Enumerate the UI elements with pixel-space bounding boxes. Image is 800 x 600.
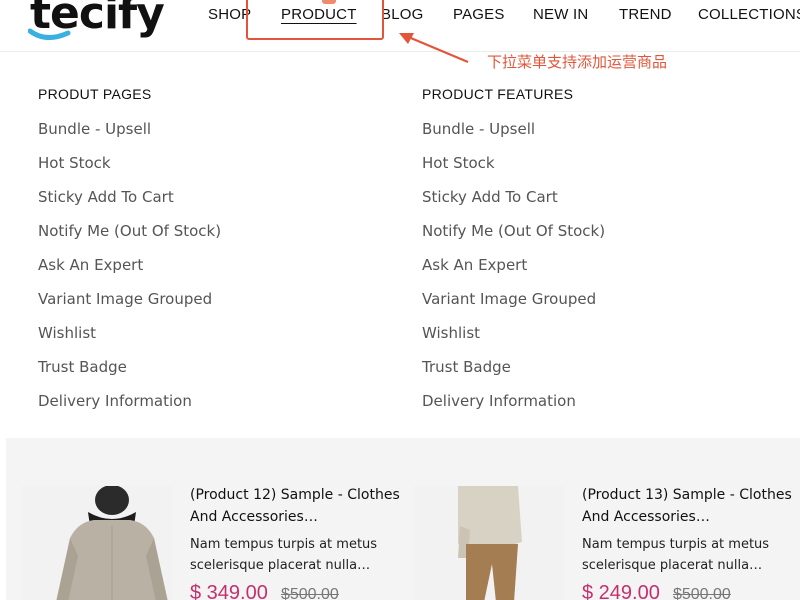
- sale-price: $ 249.00: [582, 582, 660, 600]
- logo-swoosh-icon: [28, 28, 71, 40]
- annotation-highlight-box: [246, 0, 384, 40]
- featured-products: (Product 12) Sample - Clothes And Access…: [6, 438, 800, 600]
- menu-item[interactable]: Wishlist: [422, 324, 605, 358]
- menu-item[interactable]: Delivery Information: [38, 392, 221, 426]
- menu-item[interactable]: Sticky Add To Cart: [422, 188, 605, 222]
- menu-item[interactable]: Ask An Expert: [422, 256, 605, 290]
- original-price: $500.00: [280, 586, 339, 600]
- product-photo-jacket-back-icon: [22, 486, 172, 600]
- nav-shop[interactable]: SHOP: [208, 6, 251, 23]
- column-heading: PRODUT PAGES: [38, 86, 152, 102]
- product-price-row: $ 349.00 $500.00: [190, 582, 410, 600]
- menu-item[interactable]: Variant Image Grouped: [422, 290, 605, 324]
- nav-blog[interactable]: BLOG: [381, 6, 423, 23]
- menu-list: Bundle - Upsell Hot Stock Sticky Add To …: [38, 120, 221, 426]
- menu-item[interactable]: Variant Image Grouped: [38, 290, 221, 324]
- menu-item[interactable]: Delivery Information: [422, 392, 605, 426]
- product-info: (Product 13) Sample - Clothes And Access…: [582, 484, 800, 600]
- menu-item[interactable]: Hot Stock: [422, 154, 605, 188]
- menu-item[interactable]: Bundle - Upsell: [422, 120, 605, 154]
- nav-trend[interactable]: TREND: [619, 6, 672, 23]
- product-description: Nam tempus turpis at metus scelerisque p…: [190, 537, 378, 573]
- dropdown-column-product-pages: PRODUT PAGES Bundle - Upsell Hot Stock S…: [38, 86, 221, 426]
- product-image[interactable]: [414, 486, 564, 600]
- nav-pages[interactable]: PAGES: [453, 6, 505, 23]
- dropdown-column-product-features: PRODUCT FEATURES Bundle - Upsell Hot Sto…: [422, 86, 605, 426]
- menu-item[interactable]: Sticky Add To Cart: [38, 188, 221, 222]
- nav-collections[interactable]: COLLECTIONS: [698, 6, 800, 23]
- product-image[interactable]: [22, 486, 172, 600]
- annotation-text: 下拉菜单支持添加运营商品: [487, 53, 668, 71]
- product-info: (Product 12) Sample - Clothes And Access…: [190, 484, 410, 600]
- product-price-row: $ 249.00 $500.00: [582, 582, 800, 600]
- menu-item[interactable]: Ask An Expert: [38, 256, 221, 290]
- nav-new-in[interactable]: NEW IN: [533, 6, 588, 23]
- original-price: $500.00: [672, 586, 731, 600]
- menu-item[interactable]: Trust Badge: [38, 358, 221, 392]
- menu-list: Bundle - Upsell Hot Stock Sticky Add To …: [422, 120, 605, 426]
- product-photo-jacket-side-icon: [414, 486, 564, 600]
- sale-price: $ 349.00: [190, 582, 268, 600]
- product-description: Nam tempus turpis at metus scelerisque p…: [582, 537, 770, 573]
- menu-item[interactable]: Bundle - Upsell: [38, 120, 221, 154]
- menu-item[interactable]: Trust Badge: [422, 358, 605, 392]
- product-title[interactable]: (Product 13) Sample - Clothes And Access…: [582, 484, 800, 528]
- column-heading: PRODUCT FEATURES: [422, 86, 574, 102]
- product-title[interactable]: (Product 12) Sample - Clothes And Access…: [190, 484, 410, 528]
- menu-item[interactable]: Notify Me (Out Of Stock): [38, 222, 221, 256]
- annotation-marker: [322, 0, 336, 4]
- menu-item[interactable]: Notify Me (Out Of Stock): [422, 222, 605, 256]
- menu-item[interactable]: Hot Stock: [38, 154, 221, 188]
- annotation-arrow-icon: [399, 33, 469, 64]
- menu-item[interactable]: Wishlist: [38, 324, 221, 358]
